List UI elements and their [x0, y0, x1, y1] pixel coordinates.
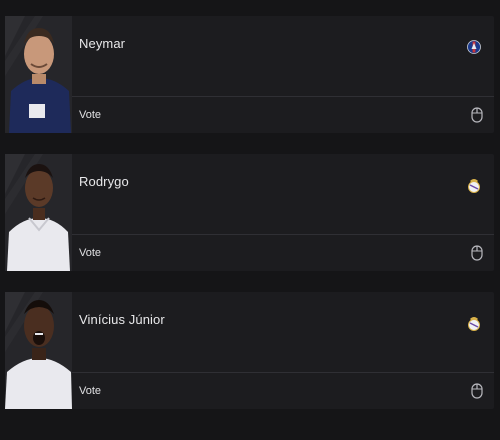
- player-name: Vinícius Júnior: [79, 312, 165, 327]
- player-card: Neymar Vote: [5, 16, 494, 133]
- player-vote-list: Neymar Vote Rodrygo Vote Vinícius Júnior…: [0, 0, 500, 440]
- real-madrid-crest-icon: [467, 176, 481, 194]
- mouse-icon: [471, 107, 483, 123]
- psg-crest-icon: [467, 38, 481, 56]
- player-name: Neymar: [79, 36, 126, 51]
- vote-label: Vote: [79, 247, 102, 259]
- player-card: Vinícius Júnior Vote: [5, 292, 494, 409]
- vote-label: Vote: [79, 385, 102, 397]
- vote-label: Vote: [79, 109, 102, 121]
- vote-button[interactable]: Vote: [72, 97, 494, 133]
- vote-button[interactable]: Vote: [72, 235, 494, 271]
- player-photo: [5, 16, 72, 133]
- player-name: Rodrygo: [79, 174, 129, 189]
- player-card: Rodrygo Vote: [5, 154, 494, 271]
- vote-button[interactable]: Vote: [72, 373, 494, 409]
- real-madrid-crest-icon: [467, 314, 481, 332]
- mouse-icon: [471, 383, 483, 399]
- player-photo: [5, 292, 72, 409]
- player-photo: [5, 154, 72, 271]
- mouse-icon: [471, 245, 483, 261]
